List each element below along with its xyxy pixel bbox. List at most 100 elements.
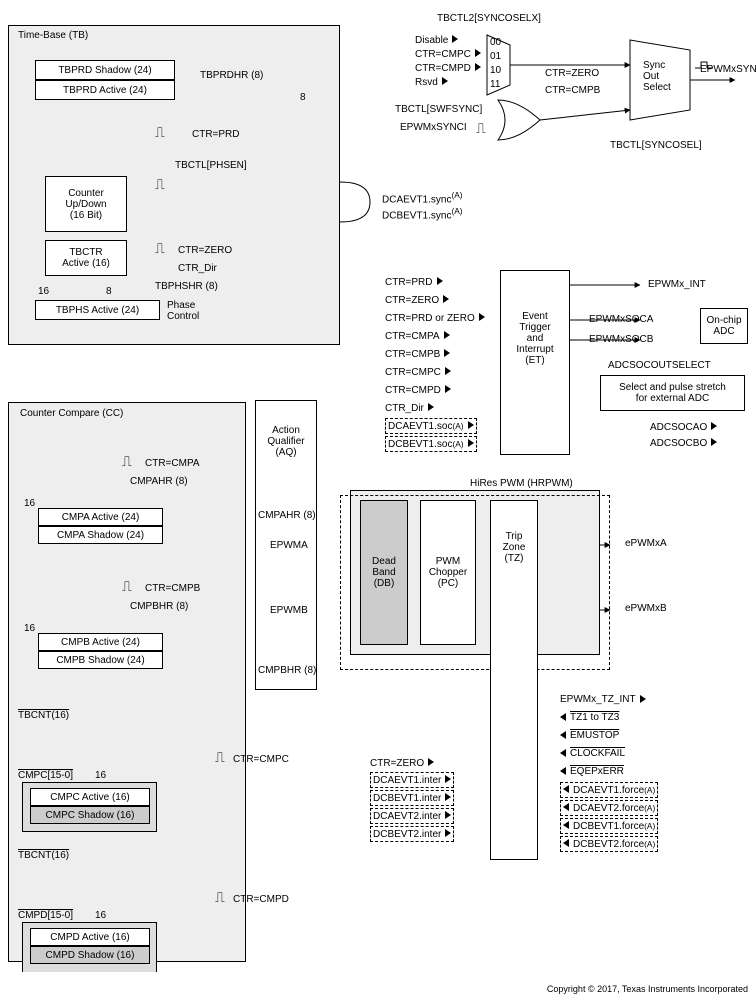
tbphshr-label: TBPHSHR (8) [155, 281, 218, 292]
et-in-prdzero: CTR=PRD or ZERO [385, 313, 475, 324]
inter-dcaevt2: DCAEVT2.inter [373, 811, 441, 822]
tz-inter-ports: DCAEVT1.inter DCBEVT1.inter DCAEVT2.inte… [370, 772, 454, 844]
epwmxb-out: ePWMxB [625, 603, 667, 614]
sync-mux-code-00: 00 [490, 35, 501, 49]
ctr-cmpb-label: CTR=CMPB [145, 583, 200, 594]
inter-dcbevt2: DCBEVT2.inter [373, 829, 441, 840]
epwmxsoca: EPWMxSOCA [589, 314, 653, 325]
counter-updown: Counter Up/Down (16 Bit) [45, 176, 127, 232]
et-left-dc-ports: DCAEVT1.soc(A) DCBEVT1.soc(A) [385, 418, 477, 454]
dcbevt1-sync: DCBEVT1.sync(A) [382, 206, 463, 221]
sync-mux-in-cmpc: CTR=CMPC [415, 49, 471, 60]
aq-epwmb: EPWMB [270, 605, 308, 616]
copyright: Copyright © 2017, Texas Instruments Inco… [547, 984, 748, 994]
sync-mux-in-disable: Disable [415, 35, 448, 46]
tb-n8-b: 8 [106, 286, 112, 297]
et-in-ctrzero: CTR=ZERO [385, 295, 439, 306]
ctr-zero-label: CTR=ZERO [178, 245, 232, 256]
ctr-cmpd-label: CTR=CMPD [233, 894, 289, 905]
sync-mux-in-cmpd: CTR=CMPD [415, 63, 471, 74]
trip-zone-text: Trip Zone (TZ) [503, 531, 526, 564]
et-in-dcbsoc-sup: (A) [452, 439, 463, 449]
adcsocoutselect: ADCSOCOUTSELECT [608, 360, 711, 371]
ctr-cmpc-pulse: ⎍ [215, 753, 225, 761]
epwmxsynci-pulse: ⎍ [476, 124, 486, 132]
pulse-stretch: Select and pulse stretch for external AD… [600, 375, 745, 411]
cmpb-active: CMPB Active (24) [38, 633, 163, 651]
trip-zone: Trip Zone (TZ) [490, 500, 538, 860]
force-dcaevt2-sup: (A) [644, 803, 655, 813]
force-dcbevt2-sup: (A) [644, 839, 655, 849]
tbctl-syncosel: TBCTL[SYNCOSEL] [610, 140, 702, 151]
adcsocbo-text: ADCSOCBO [650, 438, 707, 449]
pwm-chopper-text: PWM Chopper (PC) [429, 556, 467, 589]
tbctl2-syncoselx: TBCTL2[SYNCOSELX] [437, 13, 541, 24]
tbcnt-d-label: TBCNT(16) [18, 850, 69, 861]
sync-mux-code-10: 10 [490, 63, 501, 77]
force-dcbevt1: DCBEVT1.force [573, 821, 644, 832]
dcbevt1-sync-sup: (A) [451, 206, 462, 216]
phsen-pulse: ⎍ [155, 180, 165, 188]
et-in-cmpa: CTR=CMPA [385, 331, 440, 342]
tbcnt-c-label: TBCNT(16) [18, 710, 69, 721]
panel-counter-compare [8, 402, 246, 962]
cc-n16-a: 16 [24, 498, 35, 509]
force-dcbevt2: DCBEVT2.force [573, 839, 644, 850]
epwmxsynci: EPWMxSYNCI [400, 122, 467, 133]
ctr-cmpa-pulse: ⎍ [122, 457, 132, 465]
tbctr-active: TBCTR Active (16) [45, 240, 127, 276]
sync-mux-code-11: 11 [490, 77, 501, 91]
aq-epwma: EPWMA [270, 540, 308, 551]
tz-left-ctrzero: CTR=ZERO [370, 754, 434, 772]
cmpb-shadow: CMPB Shadow (24) [38, 651, 163, 669]
et-in-dcbsoc: DCBEVT1.soc [388, 439, 452, 450]
sync-out-select-text: Sync Out Select [643, 60, 671, 93]
hrpwm-title: HiRes PWM (HRPWM) [470, 478, 573, 489]
et-in-cmpc: CTR=CMPC [385, 367, 441, 378]
tbprd-active: TBPRD Active (24) [35, 80, 175, 100]
epwmxsynco: EPWMxSYNCO [700, 64, 756, 75]
onchip-adc-text: On-chip ADC [706, 315, 741, 337]
sync-mux-in: Disable CTR=CMPC CTR=CMPD Rsvd [415, 33, 481, 89]
sync-mux-codes: 00 01 10 11 [490, 35, 501, 91]
epwmx-int: EPWMx_INT [648, 279, 706, 290]
tbctl-swfsync: TBCTL[SWFSYNC] [395, 104, 482, 115]
cc-n16-d: 16 [95, 910, 106, 921]
et-in-cmpd: CTR=CMPD [385, 385, 441, 396]
force-dcaevt2: DCAEVT2.force [573, 803, 644, 814]
tz-ctr-zero: CTR=ZERO [370, 758, 424, 769]
clockfail: CLOCKFAIL [570, 748, 625, 759]
tbphs-active: TBPHS Active (24) [35, 300, 160, 320]
dcaevt1-sync-text: DCAEVT1.sync [382, 194, 451, 205]
cmpahr8-label: CMPAHR (8) [130, 476, 188, 487]
et-in-dcasoc: DCAEVT1.soc [388, 421, 452, 432]
dcaevt1-sync-sup: (A) [451, 190, 462, 200]
tz1to3: TZ1 to TZ3 [570, 712, 619, 723]
cmpc-shadow: CMPC Shadow (16) [30, 806, 150, 824]
force-dcaevt1-sup: (A) [644, 785, 655, 795]
cmpa-shadow: CMPA Shadow (24) [38, 526, 163, 544]
ctr-dir-label: CTR_Dir [178, 263, 217, 274]
event-trigger: Event Trigger and Interrupt (ET) [500, 270, 570, 455]
emustop: EMUSTOP [570, 730, 619, 741]
dcaevt1-sync: DCAEVT1.sync(A) [382, 190, 463, 205]
dead-band-text: Dead Band (DB) [372, 556, 396, 589]
panel-counter-compare-title: Counter Compare (CC) [20, 408, 123, 419]
action-qualifier-text: Action Qualifier (AQ) [267, 425, 304, 458]
cmpa-active: CMPA Active (24) [38, 508, 163, 526]
force-dcbevt1-sup: (A) [644, 821, 655, 831]
ctr-zero-pulse: ⎍ [155, 244, 165, 252]
pwm-chopper: PWM Chopper (PC) [420, 500, 476, 645]
phsen-label: TBCTL[PHSEN] [175, 160, 247, 171]
et-in-ctrprd: CTR=PRD [385, 277, 433, 288]
aq-cmpahr: CMPAHR (8) [258, 510, 316, 521]
et-in-cmpb: CTR=CMPB [385, 349, 440, 360]
dcbevt1-sync-text: DCBEVT1.sync [382, 210, 451, 221]
cmpd-header-label: CMPD[15-0] [18, 910, 73, 921]
tbprdhr-label: TBPRDHR (8) [200, 70, 263, 81]
et-left-ports: CTR=PRD CTR=ZERO CTR=PRD or ZERO CTR=CMP… [385, 273, 485, 417]
sync-mux-in-rsvd: Rsvd [415, 77, 438, 88]
tbctr-active-text: TBCTR Active (16) [62, 247, 110, 269]
et-in-dcasoc-sup: (A) [452, 421, 463, 431]
inter-dcaevt1: DCAEVT1.inter [373, 775, 441, 786]
